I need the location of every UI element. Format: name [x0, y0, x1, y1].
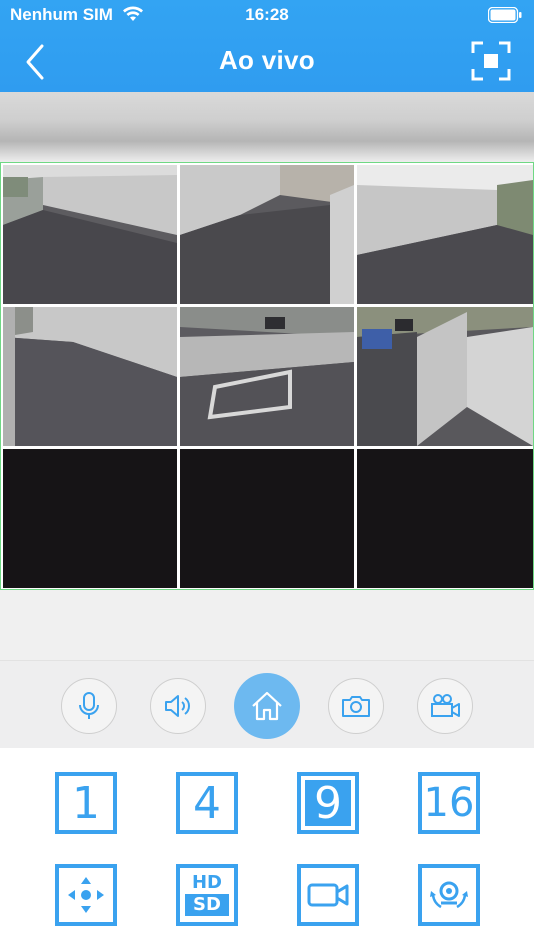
- record-icon: [307, 883, 349, 907]
- split-16-button[interactable]: 16: [418, 772, 480, 834]
- fullscreen-icon[interactable]: [470, 40, 512, 82]
- status-time: 16:28: [245, 5, 289, 24]
- split-9-button[interactable]: 9: [297, 772, 359, 834]
- split-1-label: 1: [72, 777, 100, 829]
- page-title: Ao vivo: [218, 45, 315, 75]
- record-video-button[interactable]: [417, 678, 473, 734]
- camera-cell-2[interactable]: [180, 165, 354, 304]
- split-1-button[interactable]: 1: [55, 772, 117, 834]
- camera-cell-9[interactable]: [357, 449, 533, 588]
- camera-cell-4[interactable]: [3, 307, 177, 446]
- ptz-arrows-icon: [68, 877, 104, 913]
- home-icon: [252, 691, 282, 721]
- camera-cell-7[interactable]: [3, 449, 177, 588]
- camera-cell-5[interactable]: [180, 307, 354, 446]
- split-9-label: 9: [305, 778, 351, 829]
- speaker-button[interactable]: [150, 678, 206, 734]
- rotate-camera-button[interactable]: [418, 864, 480, 926]
- hd-label: HD: [191, 872, 222, 893]
- rotate-camera-icon: [430, 881, 468, 909]
- camera-grid: [0, 162, 534, 590]
- snapshot-button[interactable]: [328, 678, 384, 734]
- status-bar: Nenhum SIM 16:28: [0, 0, 534, 30]
- camera-cell-3[interactable]: [357, 165, 533, 304]
- video-banner: [0, 92, 534, 162]
- camera-icon: [342, 696, 370, 717]
- control-bar: [0, 660, 534, 748]
- hd-sd-button[interactable]: HD SD: [176, 864, 238, 926]
- microphone-icon: [79, 692, 99, 719]
- home-button[interactable]: [234, 673, 300, 739]
- split-16-label: 16: [423, 780, 475, 826]
- split-panel: 1 4 9 16 HD SD: [0, 748, 534, 950]
- battery-icon: [488, 7, 522, 23]
- ptz-button[interactable]: [55, 864, 117, 926]
- speaker-icon: [165, 695, 190, 717]
- split-4-label: 4: [193, 777, 221, 829]
- split-4-button[interactable]: 4: [176, 772, 238, 834]
- microphone-button[interactable]: [61, 678, 117, 734]
- camera-cell-6[interactable]: [357, 307, 533, 446]
- camera-cell-8[interactable]: [180, 449, 354, 588]
- camera-cell-1[interactable]: [3, 165, 177, 304]
- spacer: [0, 590, 534, 660]
- video-camera-icon: [431, 694, 460, 717]
- sd-label: SD: [185, 894, 229, 916]
- record-button[interactable]: [297, 864, 359, 926]
- top-bar: Nenhum SIM 16:28 Ao vivo: [0, 0, 534, 92]
